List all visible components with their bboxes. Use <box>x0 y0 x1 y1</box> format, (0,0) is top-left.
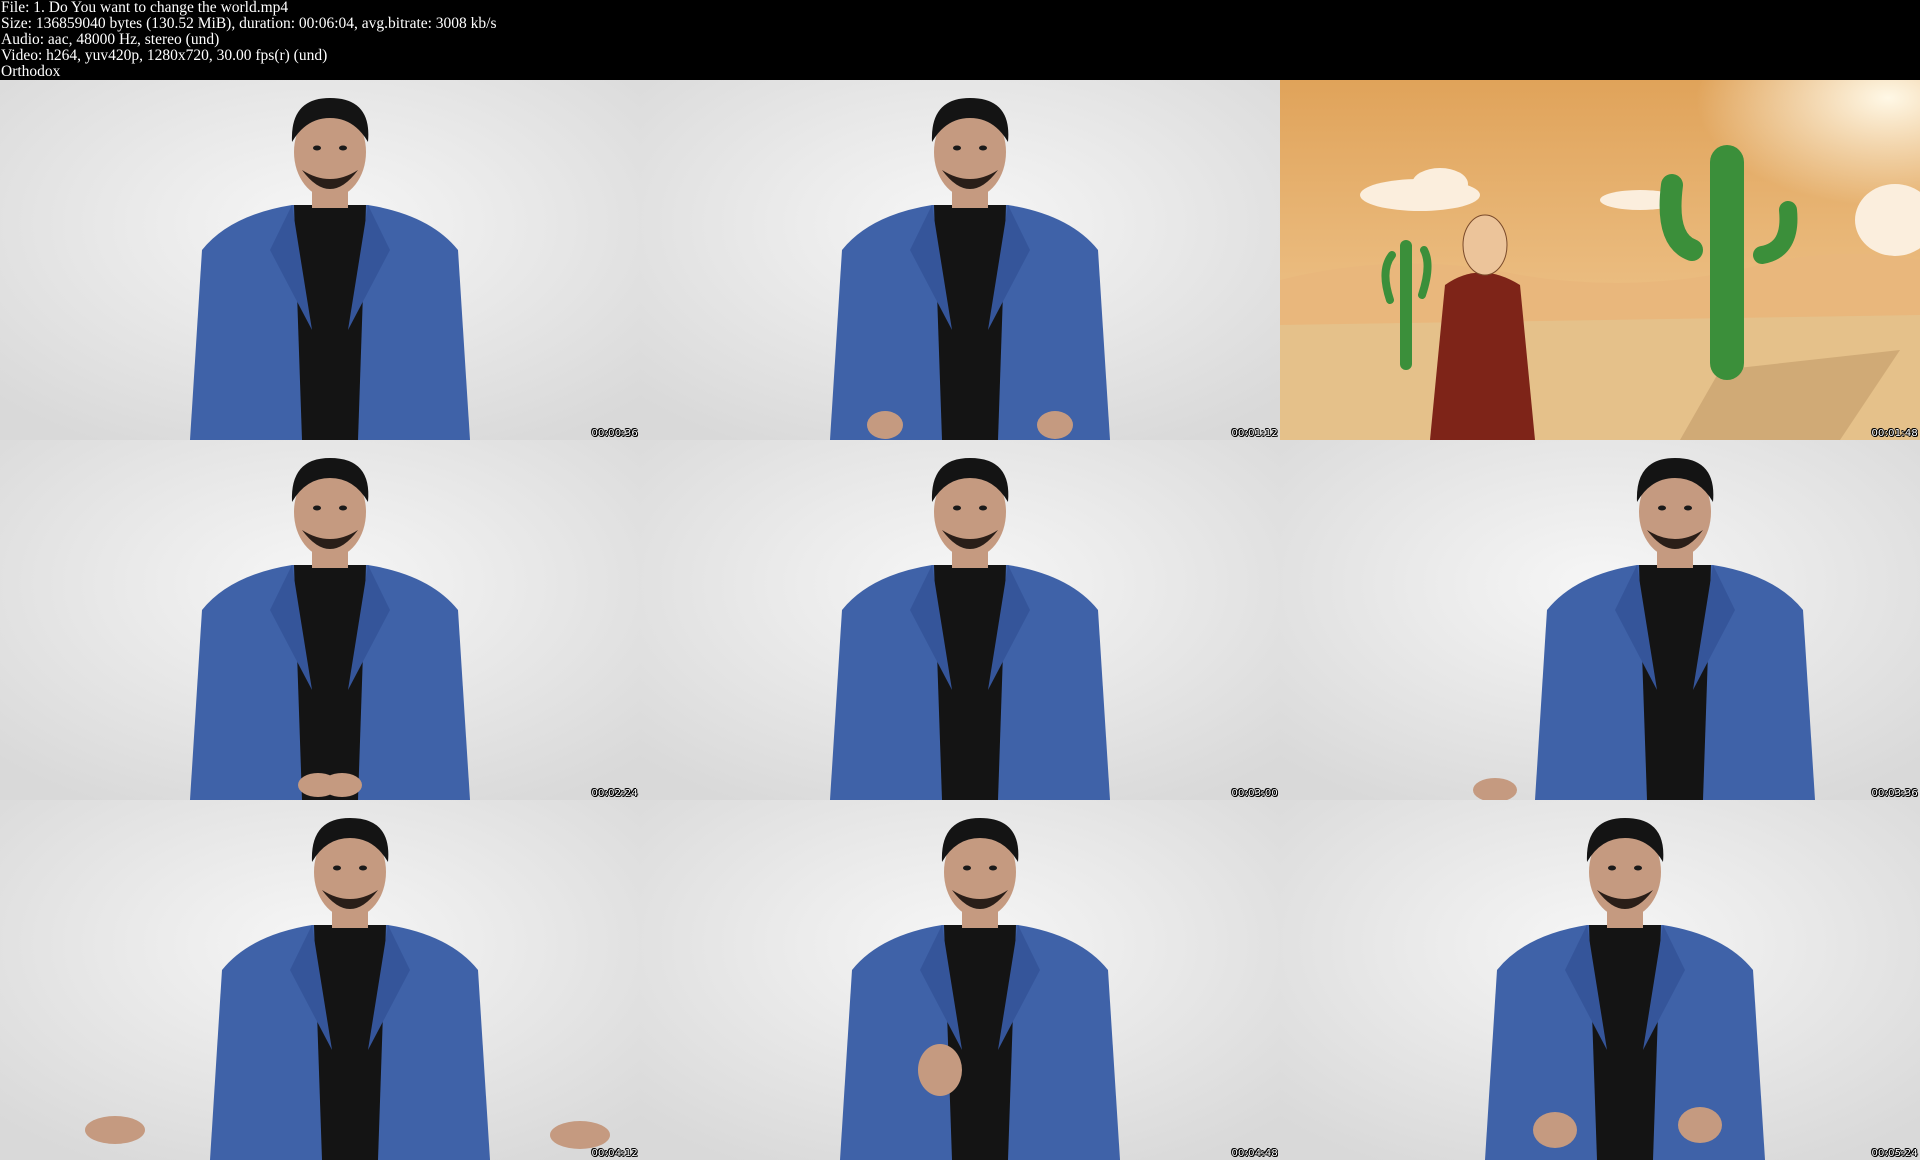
video-frame <box>1280 800 1920 1160</box>
thumbnail-7: 00:04:12 <box>0 800 640 1160</box>
thumbnail-2: 00:01:12 <box>640 80 1280 440</box>
video-frame <box>0 800 640 1160</box>
audio-info: Audio: aac, 48000 Hz, stereo (und) <box>1 31 220 48</box>
video-frame <box>640 800 1280 1160</box>
video-info: Video: h264, yuv420p, 1280x720, 30.00 fp… <box>1 47 328 64</box>
size-info: Size: 136859040 bytes (130.52 MiB), dura… <box>1 15 497 32</box>
contact-sheet: File: 1. Do You want to change the world… <box>0 0 1920 1160</box>
video-frame <box>640 440 1280 800</box>
video-frame <box>0 80 640 440</box>
timestamp-label: 00:04:12 <box>591 1148 638 1159</box>
video-frame <box>1280 80 1920 440</box>
metadata-header: File: 1. Do You want to change the world… <box>0 0 1920 80</box>
thumbnail-3: 00:01:48 <box>1280 80 1920 440</box>
thumbnail-4: 00:02:24 <box>0 440 640 800</box>
timestamp-label: 00:05:24 <box>1871 1148 1918 1159</box>
timestamp-label: 00:04:48 <box>1231 1148 1278 1159</box>
file-info: File: 1. Do You want to change the world… <box>1 0 289 16</box>
thumbnail-8: 00:04:48 <box>640 800 1280 1160</box>
video-frame <box>1280 440 1920 800</box>
thumbnail-grid: 00:00:36 00:01:12 00:01:48 00:02:24 00:0… <box>0 80 1920 1160</box>
thumbnail-9: 00:05:24 <box>1280 800 1920 1160</box>
video-frame <box>640 80 1280 440</box>
tag-info: Orthodox <box>1 63 61 80</box>
timestamp-label: 00:02:24 <box>591 788 638 799</box>
timestamp-label: 00:01:48 <box>1871 428 1918 439</box>
video-frame <box>0 440 640 800</box>
timestamp-label: 00:01:12 <box>1231 428 1278 439</box>
timestamp-label: 00:00:36 <box>591 428 638 439</box>
thumbnail-1: 00:00:36 <box>0 80 640 440</box>
timestamp-label: 00:03:36 <box>1871 788 1918 799</box>
timestamp-label: 00:03:00 <box>1231 788 1278 799</box>
thumbnail-6: 00:03:36 <box>1280 440 1920 800</box>
thumbnail-5: 00:03:00 <box>640 440 1280 800</box>
